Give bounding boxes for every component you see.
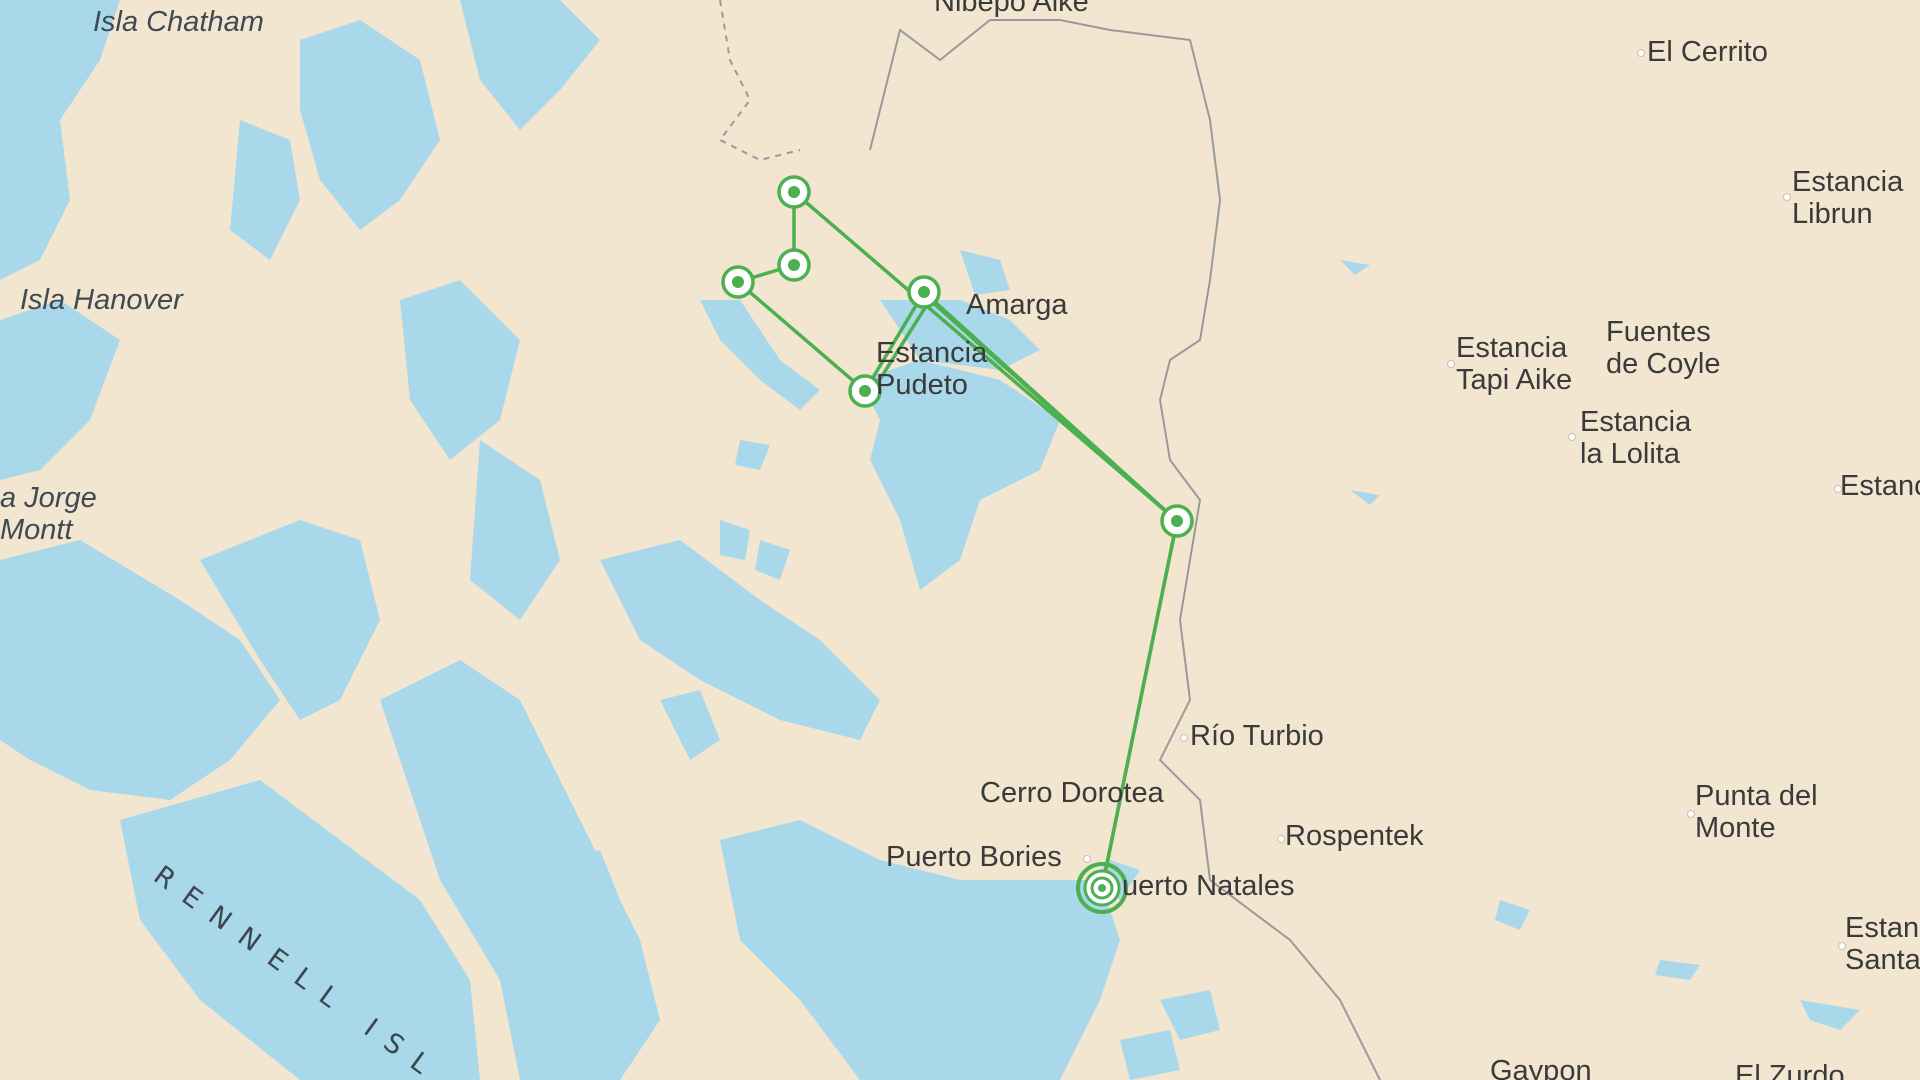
label-estancia-santa: Estan Santa [1845, 912, 1920, 976]
label-cerro-dorotea: Cerro Dorotea [980, 777, 1164, 809]
label-punta-del-monte: Punta del Monte [1695, 780, 1818, 844]
label-rospentek: Rospentek [1285, 820, 1424, 852]
label-estanc: Estanc [1840, 470, 1920, 502]
label-puerto-bories: Puerto Bories [886, 841, 1062, 873]
place-dot [1447, 360, 1455, 368]
place-dot [1783, 193, 1791, 201]
place-dot [1083, 855, 1091, 863]
label-gaypon: Gaypon [1490, 1055, 1592, 1080]
label-estancia-tapi-aike: Estancia Tapi Aike [1456, 332, 1573, 396]
stop-marker-west[interactable] [721, 265, 755, 299]
label-puerto-natales: uerto Natales [1122, 870, 1295, 902]
label-amarga: Amarga [966, 289, 1068, 321]
map-view[interactable]: Nibepo Aike Isla Chatham El Cerrito Esta… [0, 0, 1920, 1080]
label-fuentes-de-coyle: Fuentes de Coyle [1606, 316, 1721, 380]
place-dot [1180, 734, 1188, 742]
label-estancia-la-lolita: Estancia la Lolita [1580, 406, 1692, 470]
label-jorge-montt: a Jorge Montt [0, 482, 97, 546]
label-isla-hanover: Isla Hanover [20, 284, 183, 316]
label-nibepo-aike: Nibepo Aike [934, 0, 1089, 18]
place-dot [1687, 810, 1695, 818]
stop-marker-puerto-natales[interactable] [1076, 862, 1128, 914]
place-dot [1277, 835, 1285, 843]
label-rio-turbio: Río Turbio [1190, 720, 1324, 752]
stop-marker-border[interactable] [1160, 504, 1194, 538]
label-estancia-librun: Estancia Librun [1792, 166, 1904, 230]
stop-marker-north[interactable] [777, 175, 811, 209]
map-canvas[interactable] [0, 0, 1920, 1080]
label-el-zurdo: El Zurdo [1735, 1060, 1845, 1080]
label-el-cerrito: El Cerrito [1647, 36, 1768, 68]
place-dot [1568, 433, 1576, 441]
stop-marker-inner[interactable] [777, 248, 811, 282]
stop-marker-amarga[interactable] [907, 275, 941, 309]
place-dot [1637, 49, 1645, 57]
label-estancia-pudeto: Estancia Pudeto [876, 337, 988, 401]
label-isla-chatham: Isla Chatham [93, 6, 264, 38]
